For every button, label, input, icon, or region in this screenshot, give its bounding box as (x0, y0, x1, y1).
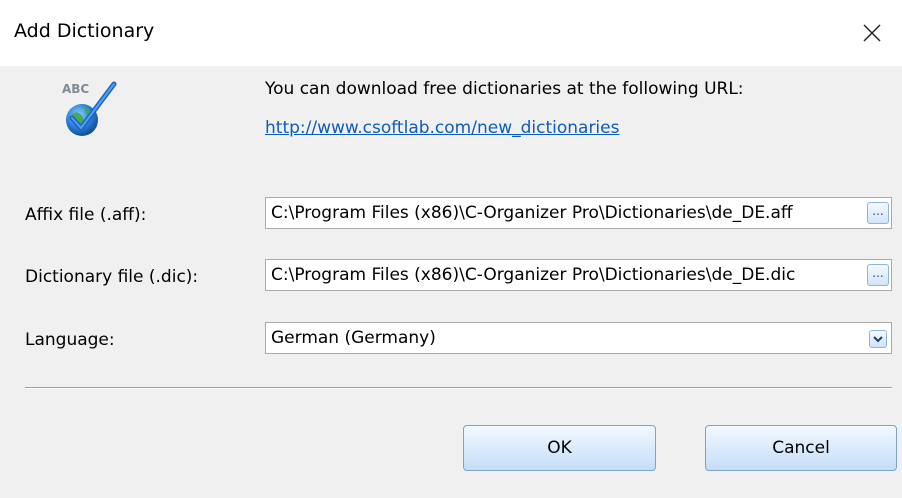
language-dropdown-button[interactable] (869, 330, 887, 348)
dictionary-file-value: C:\Program Files (x86)\C-Organizer Pro\D… (271, 265, 796, 285)
affix-file-field[interactable]: C:\Program Files (x86)\C-Organizer Pro\D… (265, 197, 892, 229)
spellcheck-abc-icon: ABC (58, 78, 120, 140)
dictionaries-url-link[interactable]: http://www.csoftlab.com/new_dictionaries (265, 118, 619, 138)
affix-browse-button[interactable]: ... (867, 202, 889, 224)
ok-button[interactable]: OK (463, 425, 656, 471)
dictionary-file-label: Dictionary file (.dic): (25, 267, 199, 287)
close-button[interactable] (842, 0, 902, 66)
info-text: You can download free dictionaries at th… (265, 79, 744, 99)
affix-file-value: C:\Program Files (x86)\C-Organizer Pro\D… (271, 203, 793, 223)
icon-abc-text: ABC (62, 82, 89, 96)
chevron-down-icon (873, 336, 883, 343)
language-select[interactable]: German (Germany) (265, 322, 892, 354)
close-icon (863, 24, 881, 42)
dictionary-file-field[interactable]: C:\Program Files (x86)\C-Organizer Pro\D… (265, 259, 892, 291)
affix-file-label: Affix file (.aff): (25, 205, 147, 225)
title-bar: Add Dictionary (0, 0, 902, 66)
cancel-button[interactable]: Cancel (705, 425, 897, 471)
language-label: Language: (25, 330, 115, 350)
window-title: Add Dictionary (14, 20, 155, 42)
language-value: German (Germany) (271, 328, 436, 348)
separator (25, 387, 892, 389)
dictionary-browse-button[interactable]: ... (867, 264, 889, 286)
